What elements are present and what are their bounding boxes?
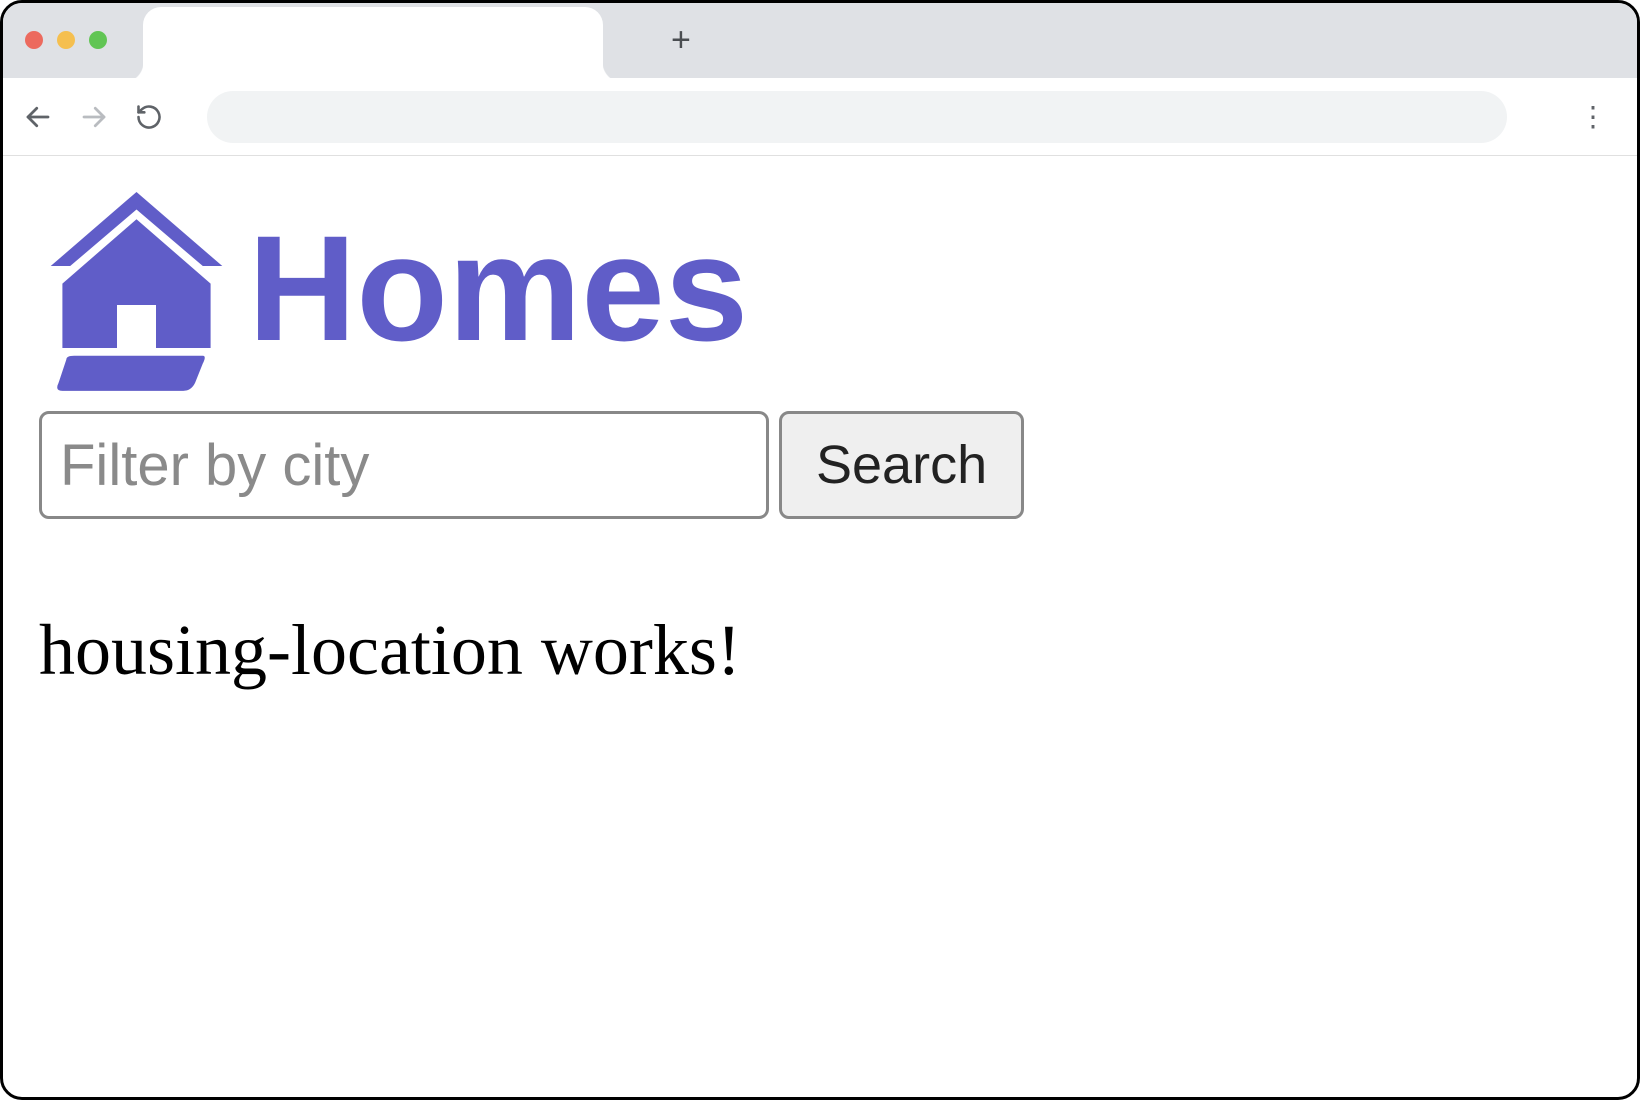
browser-tabstrip: + bbox=[3, 3, 1637, 78]
minimize-window-button[interactable] bbox=[57, 31, 75, 49]
window-controls bbox=[25, 31, 107, 49]
browser-window: + ⋮ bbox=[0, 0, 1640, 1100]
housing-location-message: housing-location works! bbox=[39, 609, 1601, 692]
browser-menu-icon[interactable]: ⋮ bbox=[1573, 100, 1617, 133]
browser-toolbar: ⋮ bbox=[3, 78, 1637, 156]
browser-tab[interactable] bbox=[143, 7, 603, 82]
search-button[interactable]: Search bbox=[779, 411, 1024, 519]
house-logo-icon bbox=[39, 180, 234, 395]
search-form: Search bbox=[39, 411, 1601, 519]
close-window-button[interactable] bbox=[25, 31, 43, 49]
brand-name: Homes bbox=[248, 213, 748, 363]
new-tab-button[interactable]: + bbox=[671, 23, 691, 57]
back-icon[interactable] bbox=[23, 102, 53, 132]
brand-header: Homes bbox=[39, 180, 1601, 395]
page-content: Homes Search housing-location works! bbox=[3, 156, 1637, 716]
filter-city-input[interactable] bbox=[39, 411, 769, 519]
address-bar[interactable] bbox=[207, 91, 1507, 143]
fullscreen-window-button[interactable] bbox=[89, 31, 107, 49]
reload-icon[interactable] bbox=[135, 103, 163, 131]
forward-icon bbox=[79, 102, 109, 132]
